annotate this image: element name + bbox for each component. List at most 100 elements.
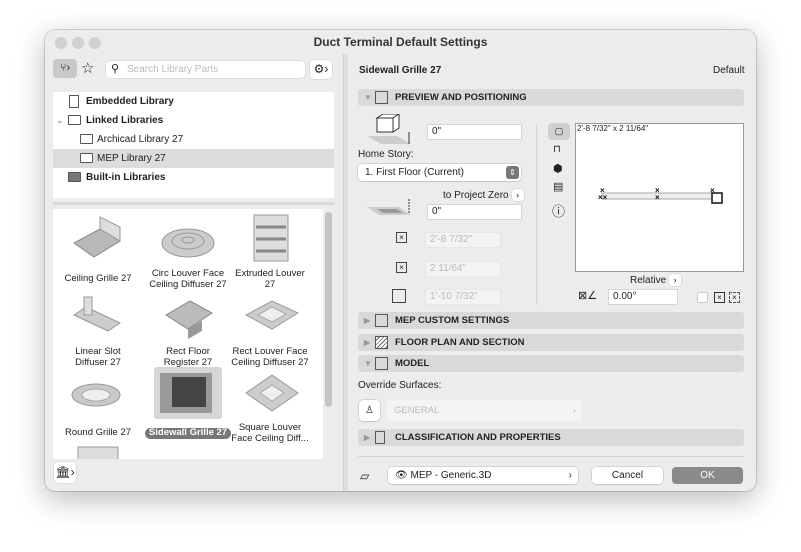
chevron-down-icon[interactable]: ⌄ bbox=[56, 111, 64, 130]
part-thumbnail-icon bbox=[73, 216, 121, 258]
tree-label: MEP Library 27 bbox=[97, 153, 166, 164]
library-part-item[interactable]: Square Louver Face Ceiling Diff... bbox=[225, 367, 315, 444]
default-label: Default bbox=[713, 65, 745, 76]
library-part-item[interactable]: Rect Floor Register 27 bbox=[143, 291, 233, 368]
library-folder-icon bbox=[68, 115, 81, 125]
settings-gear-button[interactable]: ⚙› bbox=[310, 60, 332, 79]
library-part-item[interactable]: Extruded Louver 27 bbox=[225, 213, 315, 290]
library-tree: Embedded Library ⌄ Linked Libraries Arch… bbox=[53, 92, 334, 198]
section-classification-and-properties[interactable]: ▶ CLASSIFICATION AND PROPERTIES bbox=[358, 429, 744, 446]
library-icon: 🏛› bbox=[55, 465, 75, 479]
part-label-1: Rect Floor bbox=[166, 346, 210, 357]
part-label-1: Ceiling Grille 27 bbox=[64, 273, 132, 284]
chevron-right-icon[interactable]: › bbox=[511, 189, 524, 201]
part-label-1: Sidewall Grille 27 bbox=[144, 427, 232, 439]
tree-item-linked-libraries[interactable]: ⌄ Linked Libraries bbox=[53, 111, 334, 130]
tree-label: Archicad Library 27 bbox=[97, 134, 184, 145]
preview-3d-button[interactable]: ⬢ bbox=[553, 162, 563, 175]
height-input[interactable]: 1'-10 7/32" bbox=[425, 289, 501, 305]
depth-input[interactable]: 2 11/64" bbox=[425, 261, 501, 277]
preview-canvas[interactable]: 2'-8 7/32" x 2 11/64" × ×× × × × bbox=[575, 123, 744, 272]
floor-plan-icon bbox=[375, 336, 388, 349]
panel-divider[interactable] bbox=[343, 54, 348, 491]
project-zero-input[interactable]: 0" bbox=[427, 204, 522, 220]
chevron-right-icon[interactable]: › bbox=[669, 274, 682, 286]
angle-input[interactable]: 0.00° bbox=[608, 289, 678, 305]
mirror-off-icon[interactable]: × bbox=[714, 292, 725, 303]
tree-label: Built-in Libraries bbox=[86, 172, 166, 183]
search-field[interactable]: ⚲ Search Library Parts bbox=[106, 61, 305, 78]
triangle-down-icon: ▼ bbox=[364, 359, 372, 368]
minimize-button[interactable] bbox=[72, 37, 84, 49]
library-part-item[interactable]: Circ Louver Face Ceiling Diffuser 27 bbox=[143, 213, 233, 290]
triangle-right-icon: ▶ bbox=[364, 316, 371, 325]
relative-label: Relative bbox=[630, 275, 667, 286]
cube-icon: ⬢ bbox=[553, 163, 563, 175]
chair-icon: ⑂› bbox=[59, 62, 71, 74]
override-surfaces-toggle[interactable]: ♙ bbox=[359, 400, 380, 421]
width-input[interactable]: 2'-8 7/32" bbox=[425, 232, 501, 248]
dialog-window: Duct Terminal Default Settings ⑂› ☆ ⚲ Se… bbox=[45, 30, 756, 491]
library-part-item[interactable]: Rect Louver Face Ceiling Diffuser 27 bbox=[225, 291, 315, 368]
part-label-2: 27 bbox=[264, 278, 276, 290]
elevation-input[interactable]: 0" bbox=[427, 124, 522, 140]
tree-item-mep-library[interactable]: MEP Library 27 bbox=[53, 149, 334, 168]
library-parts-grid: Ceiling Grille 27 Circ Louver Face Ceiling… bbox=[53, 209, 323, 459]
tree-item-archicad-library[interactable]: Archicad Library 27 bbox=[53, 130, 334, 149]
surface-select[interactable]: GENERAL › bbox=[387, 400, 582, 421]
section-floor-plan-and-section[interactable]: ▶ FLOOR PLAN AND SECTION bbox=[358, 334, 744, 351]
section-label: MEP CUSTOM SETTINGS bbox=[395, 315, 510, 326]
library-part-item-partial[interactable] bbox=[53, 443, 143, 459]
cancel-button[interactable]: Cancel bbox=[592, 467, 663, 484]
part-thumbnail-icon bbox=[244, 300, 300, 330]
grid-scrollbar[interactable] bbox=[325, 212, 332, 407]
triangle-right-icon: ▶ bbox=[364, 338, 371, 347]
section-model[interactable]: ▼ MODEL bbox=[358, 355, 744, 372]
preview-plan-view-button[interactable]: ▢ bbox=[548, 123, 570, 140]
info-button[interactable]: ⓘ bbox=[552, 201, 565, 220]
mep-settings-icon bbox=[375, 314, 388, 327]
paint-brush-icon: ♙ bbox=[365, 405, 374, 416]
part-label-1: Linear Slot bbox=[75, 346, 121, 357]
surface-value: GENERAL bbox=[394, 405, 440, 416]
part-label-1: Round Grille 27 bbox=[64, 427, 131, 438]
eye-icon: 👁︎ bbox=[395, 470, 411, 481]
to-project-zero-control[interactable]: to Project Zero › bbox=[443, 189, 524, 201]
layer-select[interactable]: 👁︎ MEP - Generic.3D › bbox=[388, 467, 578, 484]
tree-label: Linked Libraries bbox=[86, 115, 164, 126]
library-part-item[interactable]: Sidewall Grille 27 bbox=[143, 367, 233, 439]
section-view-icon: ⊓ bbox=[553, 144, 561, 155]
favorites-star-icon[interactable]: ☆ bbox=[81, 60, 94, 77]
rotation-angle-icon: ⊠∠ bbox=[578, 290, 598, 302]
mirror-on-icon[interactable]: × bbox=[729, 292, 740, 303]
triangle-right-icon: ▶ bbox=[364, 433, 371, 442]
folder-icon bbox=[80, 134, 93, 144]
tree-item-embedded-library[interactable]: Embedded Library bbox=[53, 92, 334, 111]
svg-text:××: ×× bbox=[598, 193, 608, 202]
home-story-select[interactable]: 1. First Floor (Current) ⇕ bbox=[358, 164, 521, 181]
preview-elevation-button[interactable]: ▤ bbox=[553, 180, 563, 193]
section-preview-positioning[interactable]: ▼ PREVIEW AND POSITIONING bbox=[358, 89, 744, 106]
window-title: Duct Terminal Default Settings bbox=[313, 35, 488, 49]
pane-splitter[interactable] bbox=[53, 202, 334, 205]
search-input[interactable]: Search Library Parts bbox=[127, 61, 218, 78]
preview-section-button[interactable]: ⊓ bbox=[553, 144, 561, 155]
part-thumbnail-icon bbox=[245, 374, 299, 412]
library-part-item[interactable]: Round Grille 27 bbox=[53, 367, 143, 439]
layers-icon: ▱ bbox=[360, 469, 370, 483]
library-browse-button[interactable]: ⑂› bbox=[53, 59, 77, 78]
zoom-button[interactable] bbox=[89, 37, 101, 49]
library-manager-button[interactable]: 🏛› bbox=[54, 462, 76, 483]
part-thumbnail-icon bbox=[72, 296, 122, 332]
tree-item-built-in-libraries[interactable]: Built-in Libraries bbox=[53, 168, 334, 187]
section-mep-custom-settings[interactable]: ▶ MEP CUSTOM SETTINGS bbox=[358, 312, 744, 329]
mirror-checkbox[interactable] bbox=[697, 292, 708, 303]
ok-button[interactable]: OK bbox=[672, 467, 743, 484]
library-part-item[interactable]: Ceiling Grille 27 bbox=[53, 213, 143, 285]
library-part-item[interactable]: Linear Slot Diffuser 27 bbox=[53, 291, 143, 368]
close-button[interactable] bbox=[55, 37, 67, 49]
relative-control[interactable]: Relative › bbox=[630, 274, 682, 286]
divider bbox=[536, 125, 537, 305]
home-story-value: 1. First Floor (Current) bbox=[365, 167, 464, 178]
part-label-1: Square Louver bbox=[238, 422, 302, 433]
